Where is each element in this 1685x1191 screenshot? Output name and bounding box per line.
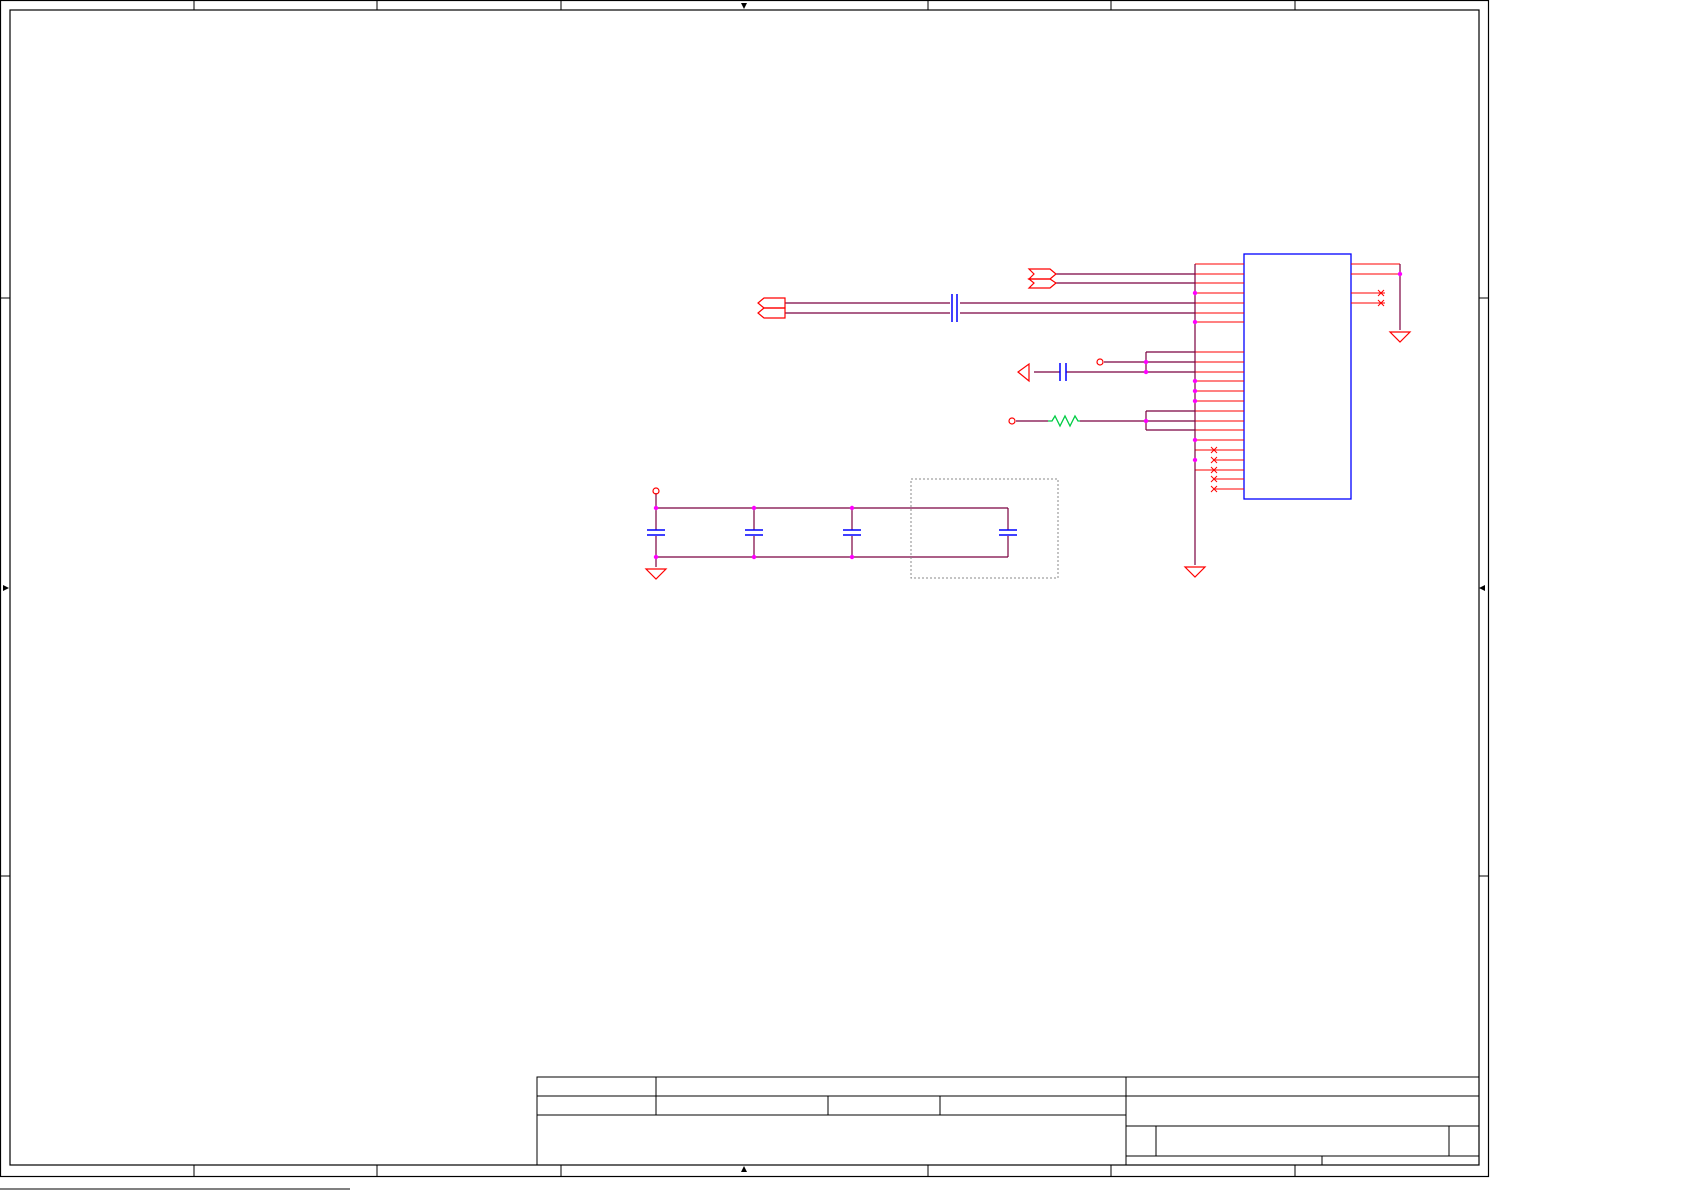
junction-dots bbox=[653, 271, 1403, 560]
resistor-symbol bbox=[1048, 414, 1080, 428]
dotted-region bbox=[910, 478, 1059, 579]
net-connectors bbox=[757, 268, 1058, 319]
capacitor-symbols bbox=[647, 294, 1067, 536]
ic-body bbox=[1243, 253, 1352, 500]
ic-left-pins bbox=[1195, 263, 1244, 490]
zone-center-arrows bbox=[3, 3, 1485, 1172]
wires bbox=[655, 264, 1401, 567]
schematic-sheet bbox=[0, 0, 1490, 1190]
sheet-border bbox=[0, 0, 1490, 1178]
title-block bbox=[536, 1076, 1480, 1166]
power-flag bbox=[1017, 362, 1030, 383]
zone-ticks bbox=[0, 0, 1488, 1176]
ground-symbols bbox=[644, 331, 1412, 580]
ic-right-pins bbox=[1351, 263, 1400, 304]
power-terminals bbox=[652, 358, 1104, 495]
